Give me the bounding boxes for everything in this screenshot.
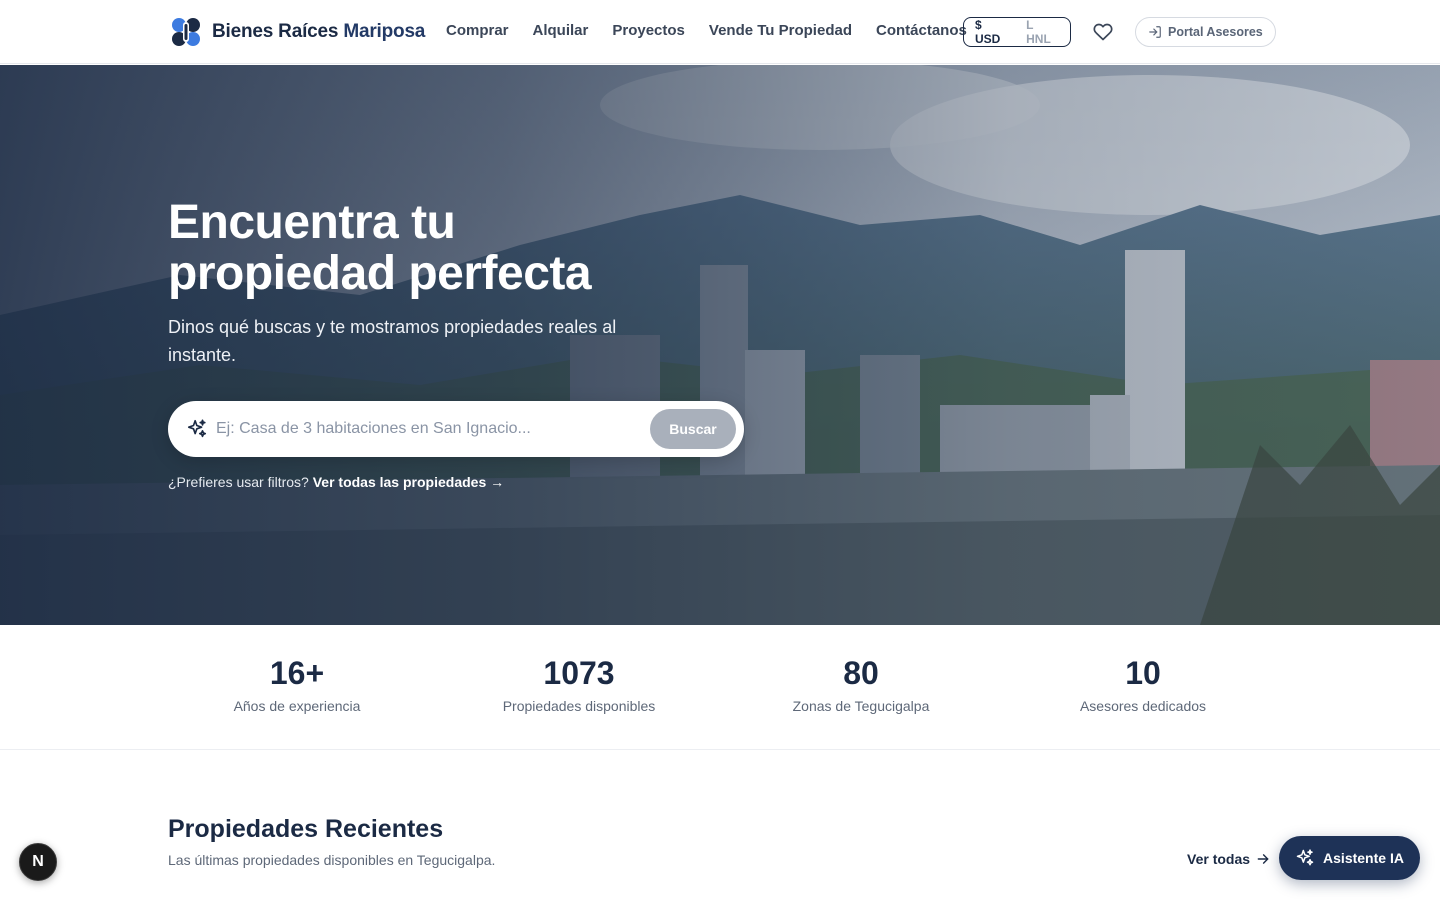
hero-title: Encuentra tu propiedad perfecta (168, 197, 688, 299)
nav-proyectos[interactable]: Proyectos (612, 22, 685, 39)
filters-hint: ¿Prefieres usar filtros? Ver todas las p… (168, 474, 504, 490)
brand-name-first: Bienes Raíces (212, 21, 339, 42)
stat-label: Años de experiencia (233, 698, 361, 714)
stat-zones: 80 Zonas de Tegucigalpa (731, 655, 991, 714)
stat-value: 10 (1125, 655, 1161, 691)
ai-assistant-label: Asistente IA (1323, 850, 1404, 866)
butterfly-logo-icon (172, 18, 200, 46)
hero-title-line2: propiedad perfecta (168, 247, 592, 300)
search-button[interactable]: Buscar (650, 409, 736, 449)
dev-tools-badge-letter: N (32, 853, 44, 870)
brand-name-second: Mariposa (343, 21, 426, 42)
filters-prompt: ¿Prefieres usar filtros? (168, 474, 309, 490)
see-all-label: Ver todas (1187, 851, 1251, 867)
nav-vende-tu-propiedad[interactable]: Vende Tu Propiedad (709, 22, 852, 39)
ai-assistant-button[interactable]: Asistente IA (1279, 836, 1420, 880)
arrow-right-icon (1257, 854, 1269, 864)
dev-tools-badge[interactable]: N (19, 843, 57, 881)
sparkles-icon (187, 419, 207, 438)
stat-properties: 1073 Propiedades disponibles (449, 655, 709, 714)
stat-value: 80 (843, 655, 879, 691)
stat-value: 1073 (543, 655, 615, 691)
view-all-properties-link[interactable]: Ver todas las propiedades → (313, 474, 504, 490)
stat-label: Propiedades disponibles (502, 698, 656, 714)
currency-toggle: $ USD L HNL (963, 17, 1071, 47)
hero-section: Encuentra tu propiedad perfecta Dinos qu… (0, 65, 1440, 625)
recent-properties-title: Propiedades Recientes (168, 815, 444, 843)
site-header: Bienes Raíces Mariposa Comprar Alquilar … (0, 0, 1440, 64)
hero-subtitle: Dinos qué buscas y te mostramos propieda… (168, 317, 617, 365)
nav-comprar[interactable]: Comprar (446, 22, 509, 39)
login-icon (1149, 26, 1161, 38)
brand-name: Bienes Raíces Mariposa (212, 21, 425, 43)
nav-alquilar[interactable]: Alquilar (533, 22, 589, 39)
main-nav: Comprar Alquilar Proyectos Vende Tu Prop… (446, 22, 967, 39)
nav-contactanos[interactable]: Contáctanos (876, 22, 967, 39)
portal-asesores-label: Portal Asesores (1168, 25, 1263, 39)
see-all-link[interactable]: Ver todas (1187, 851, 1270, 867)
hero-title-line1: Encuentra tu (168, 196, 456, 249)
stat-advisors: 10 Asesores dedicados (1013, 655, 1273, 714)
stat-label: Asesores dedicados (1079, 698, 1207, 714)
stat-years: 16+ Años de experiencia (167, 655, 427, 714)
stat-value: 16+ (269, 655, 325, 691)
stats-section: 16+ Años de experiencia 1073 Propiedades… (0, 625, 1440, 750)
brand-logo-link[interactable]: Bienes Raíces Mariposa (170, 16, 425, 48)
portal-asesores-button[interactable]: Portal Asesores (1135, 17, 1276, 47)
stat-label: Zonas de Tegucigalpa (792, 698, 930, 714)
sparkles-icon (1296, 849, 1314, 866)
ai-search-bar: Buscar (168, 401, 744, 457)
heart-icon[interactable] (1093, 22, 1113, 42)
currency-usd-button[interactable]: $ USD (967, 14, 1016, 50)
currency-hnl-button[interactable]: L HNL (1018, 14, 1067, 50)
search-input[interactable] (216, 420, 636, 438)
recent-properties-subtitle: Las últimas propiedades disponibles en T… (168, 852, 496, 868)
